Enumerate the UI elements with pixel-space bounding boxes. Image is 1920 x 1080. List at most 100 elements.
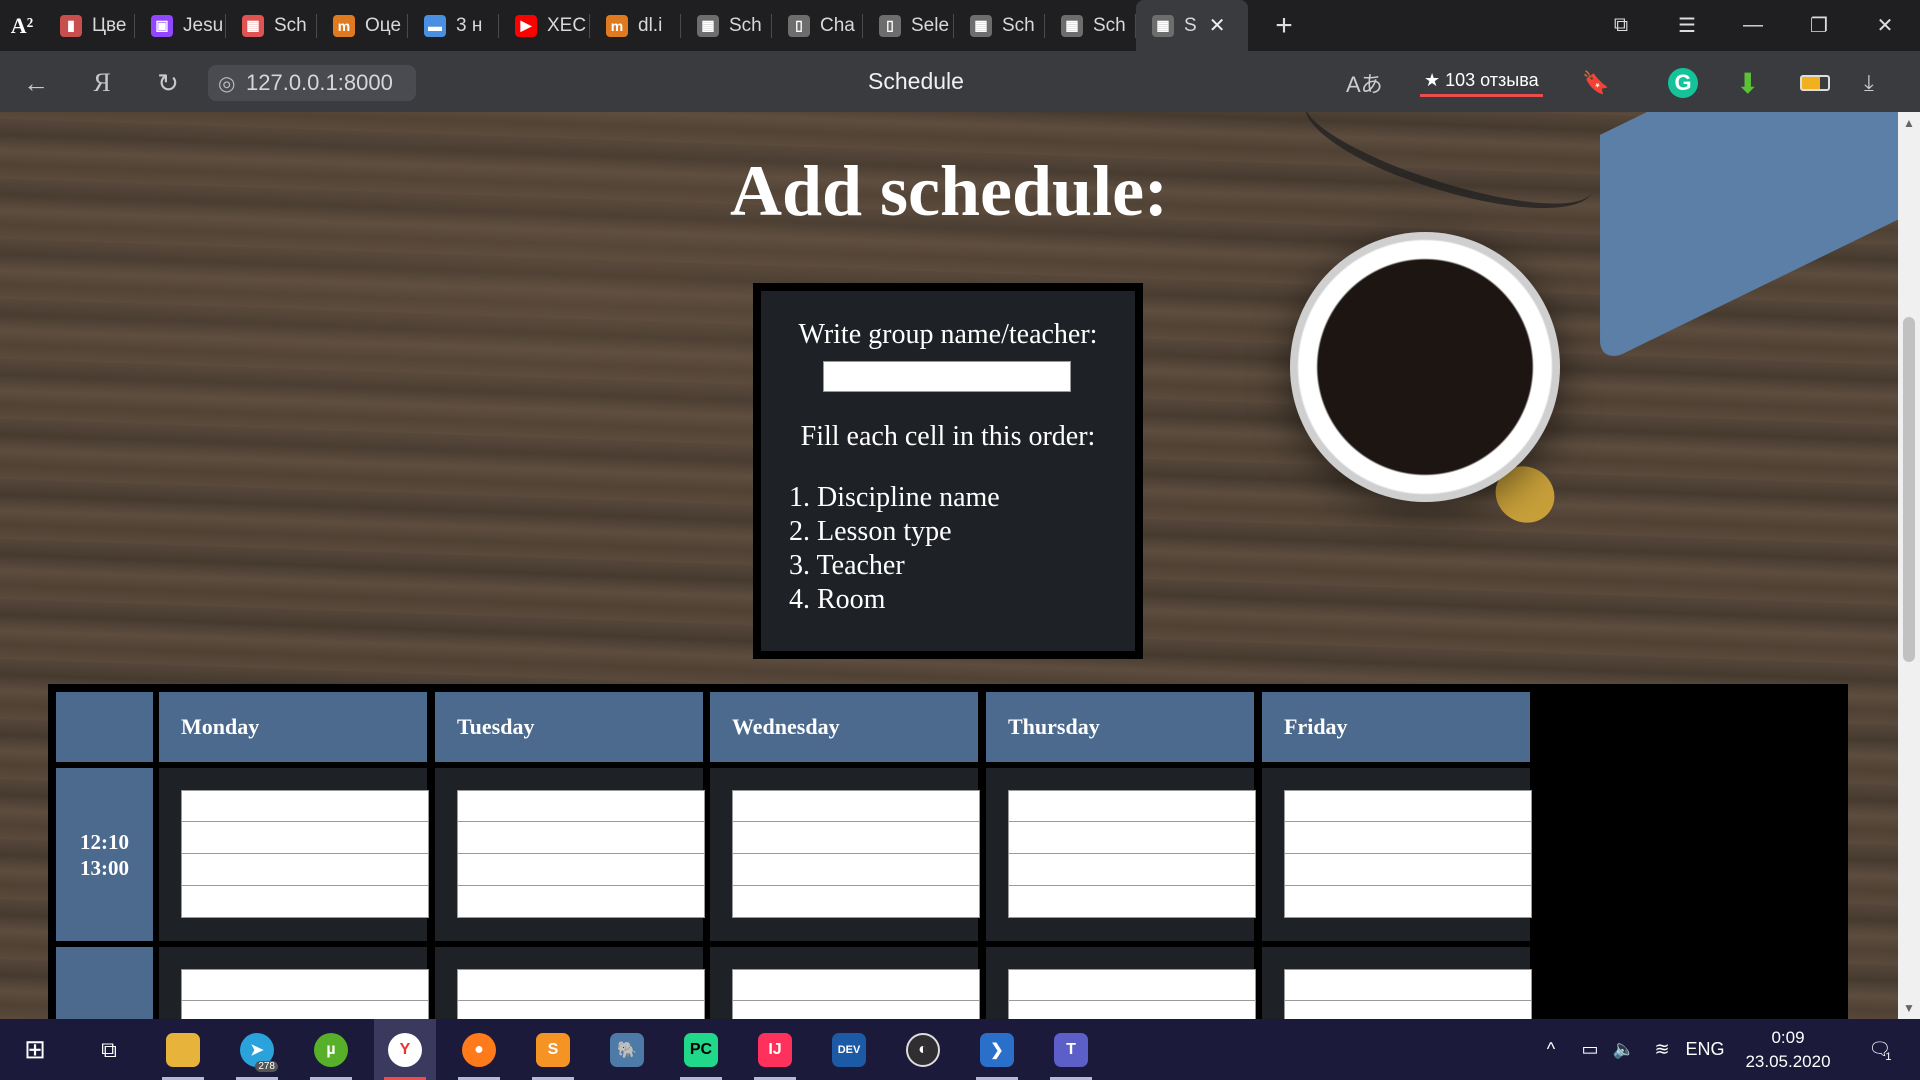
lesson-type-input[interactable] — [732, 822, 980, 854]
clock[interactable]: 0:09 23.05.2020 — [1738, 1019, 1838, 1080]
yandex-menu-icon[interactable]: A² — [0, 0, 44, 51]
day-header-wednesday: Wednesday — [710, 692, 978, 762]
lesson-type-input[interactable] — [181, 1001, 429, 1019]
powershell-icon[interactable]: ❯ — [966, 1019, 1028, 1080]
lesson-input-group — [457, 969, 705, 1019]
browser-tab[interactable]: ▬ 3 н — [408, 0, 499, 51]
scroll-thumb[interactable] — [1903, 317, 1915, 662]
teacher-input[interactable] — [1284, 854, 1532, 886]
discipline-input[interactable] — [181, 969, 429, 1001]
browser-tab[interactable]: ▮ Цве — [44, 0, 135, 51]
table-icon: ▦ — [697, 14, 719, 37]
obs-icon[interactable]: ◐ — [892, 1019, 954, 1080]
background-coffee-cup — [1290, 232, 1560, 502]
room-input[interactable] — [1008, 886, 1256, 918]
room-input[interactable] — [732, 886, 980, 918]
discipline-input[interactable] — [732, 969, 980, 1001]
discipline-input[interactable] — [1008, 969, 1256, 1001]
browser-tab[interactable]: ▦ Sch — [1045, 0, 1136, 51]
discipline-input[interactable] — [457, 790, 705, 822]
battery-icon[interactable]: ▭ — [1572, 1019, 1608, 1080]
lesson-type-input[interactable] — [1284, 1001, 1532, 1019]
notifications-icon[interactable]: 🗨 1 — [1850, 1019, 1910, 1080]
browser-tab[interactable]: ▦ Sch — [954, 0, 1045, 51]
browser-tab[interactable]: ▯ Cha — [772, 0, 863, 51]
lesson-type-input[interactable] — [181, 822, 429, 854]
browser-tab[interactable]: m Оце — [317, 0, 408, 51]
close-window-button[interactable]: ✕ — [1852, 0, 1918, 51]
group-name-input[interactable] — [823, 361, 1071, 392]
day-header-friday: Friday — [1262, 692, 1530, 762]
room-input[interactable] — [181, 886, 429, 918]
browser-tab[interactable]: ▯ Sele — [863, 0, 954, 51]
room-input[interactable] — [457, 886, 705, 918]
lesson-type-input[interactable] — [1008, 1001, 1256, 1019]
windows-start-icon[interactable]: ⊞ — [4, 1019, 66, 1080]
yandex-browser-icon[interactable]: Y — [374, 1019, 436, 1080]
browser-tab[interactable]: ▦ S ✕ — [1136, 0, 1248, 51]
restore-button[interactable]: ❐ — [1786, 0, 1852, 51]
scroll-up-icon[interactable]: ▲ — [1898, 116, 1920, 130]
sublime-text-icon[interactable]: S — [522, 1019, 584, 1080]
language-indicator[interactable]: ENG — [1680, 1019, 1730, 1080]
intellij-icon[interactable]: IJ — [744, 1019, 806, 1080]
teacher-input[interactable] — [457, 854, 705, 886]
firefox-icon[interactable]: ● — [448, 1019, 510, 1080]
pycharm-icon[interactable]: PC — [670, 1019, 732, 1080]
battery-extension-icon[interactable] — [1800, 63, 1830, 103]
tab-title: Sch — [274, 14, 307, 36]
menu-icon[interactable]: ☰ — [1654, 0, 1720, 51]
lesson-type-input[interactable] — [732, 1001, 980, 1019]
postgresql-icon[interactable]: 🐘 — [596, 1019, 658, 1080]
schedule-cell — [710, 947, 980, 1019]
devexpress-icon[interactable]: DEV — [818, 1019, 880, 1080]
discipline-input[interactable] — [1284, 969, 1532, 1001]
clock-date: 23.05.2020 — [1745, 1051, 1831, 1071]
lesson-type-input[interactable] — [457, 1001, 705, 1019]
page-scrollbar[interactable]: ▲ ▼ — [1898, 112, 1920, 1019]
grammarly-icon[interactable]: G — [1668, 63, 1698, 103]
lesson-type-input[interactable] — [457, 822, 705, 854]
bookmark-icon[interactable]: 🔖 — [1582, 63, 1609, 103]
browser-tab[interactable]: ▣ Jesu — [135, 0, 226, 51]
schedule-cell — [159, 768, 429, 941]
teams-icon[interactable]: T — [1040, 1019, 1102, 1080]
teacher-input[interactable] — [1008, 854, 1256, 886]
lesson-type-input[interactable] — [1008, 822, 1256, 854]
downloads-icon[interactable]: ⤓ — [1864, 63, 1874, 103]
minimize-button[interactable]: — — [1720, 0, 1786, 51]
reviews-badge[interactable]: ★ 103 отзыва — [1420, 67, 1543, 97]
schedule-cell — [435, 947, 705, 1019]
discipline-input[interactable] — [1284, 790, 1532, 822]
lesson-input-group — [181, 790, 429, 918]
teacher-input[interactable] — [181, 854, 429, 886]
room-input[interactable] — [1284, 886, 1532, 918]
tab-title: Sch — [729, 14, 762, 36]
scroll-down-icon[interactable]: ▼ — [1898, 1001, 1920, 1015]
tab-title: Sele — [911, 14, 950, 36]
new-tab-button[interactable]: + — [1260, 0, 1308, 51]
discipline-input[interactable] — [457, 969, 705, 1001]
teacher-input[interactable] — [732, 854, 980, 886]
browser-tab[interactable]: m dl.i — [590, 0, 681, 51]
discipline-input[interactable] — [732, 790, 980, 822]
close-tab-icon[interactable]: ✕ — [1209, 13, 1226, 38]
translate-icon[interactable]: Aあ — [1346, 63, 1383, 103]
wifi-icon[interactable]: ≋ — [1644, 1019, 1680, 1080]
discipline-input[interactable] — [181, 790, 429, 822]
utorrent-icon[interactable]: µ — [300, 1019, 362, 1080]
telegram-icon[interactable]: ➤ 278 — [226, 1019, 288, 1080]
browser-tab[interactable]: ▦ Sch — [681, 0, 772, 51]
browser-tab[interactable]: ▦ Sch — [226, 0, 317, 51]
download-extension-icon[interactable]: ⬇ — [1736, 63, 1759, 103]
task-view-icon[interactable]: ⧉ — [78, 1019, 140, 1080]
tab-list-icon[interactable]: ⧉ — [1588, 0, 1654, 51]
browser-tab[interactable]: ▶ XEC — [499, 0, 590, 51]
clock-time: 0:09 — [1771, 1027, 1805, 1047]
lesson-type-input[interactable] — [1284, 822, 1532, 854]
file-explorer-icon[interactable] — [152, 1019, 214, 1080]
discipline-input[interactable] — [1008, 790, 1256, 822]
tray-overflow-icon[interactable]: ^ — [1536, 1019, 1566, 1080]
volume-icon[interactable]: 🔈 — [1606, 1019, 1642, 1080]
schedule-cell — [986, 947, 1256, 1019]
